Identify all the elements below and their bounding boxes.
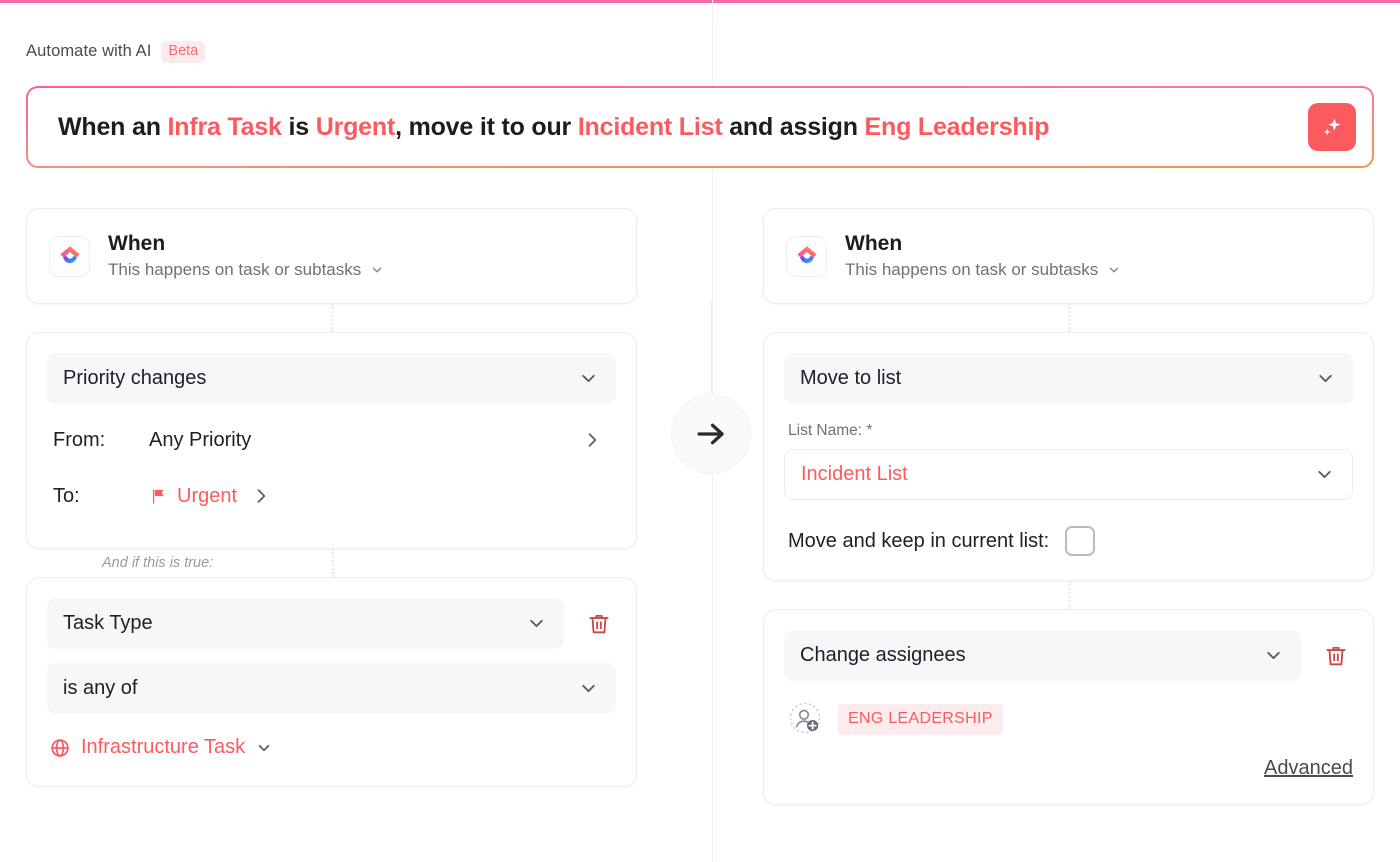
condition-card: Priority changes From: Any Priority To: [26, 332, 637, 549]
action-when-card[interactable]: When This happens on task or subtasks [763, 208, 1374, 304]
keep-in-current-list-label: Move and keep in current list: [788, 529, 1050, 552]
prompt-plain: and assign [722, 112, 865, 141]
chevron-right-icon [251, 486, 271, 506]
chevron-down-icon [578, 368, 599, 389]
action-scope-label: This happens on task or subtasks [845, 260, 1099, 280]
action-when-body: When This happens on task or subtasks [845, 232, 1121, 281]
prompt-entity: Urgent [315, 112, 396, 141]
filter-field-select[interactable]: Task Type [47, 598, 564, 649]
condition-to-row[interactable]: To: Urgent [47, 468, 616, 524]
delete-filter-button[interactable] [582, 607, 616, 641]
ai-header-label: Automate with AI [26, 42, 152, 61]
and-if-true-label: And if this is true: [26, 549, 637, 577]
condition-event-select[interactable]: Priority changes [47, 353, 616, 404]
condition-to-label: To: [53, 484, 80, 507]
filter-field-value: Task Type [63, 612, 153, 634]
ai-generate-button[interactable] [1308, 103, 1356, 151]
keep-in-current-list-checkbox[interactable] [1065, 526, 1096, 556]
ai-prompt-text[interactable]: When an Infra Task is Urgent, move it to… [58, 113, 1308, 142]
connector-when-to-move [763, 304, 1374, 332]
trigger-when-title: When [108, 231, 166, 255]
flag-icon [149, 487, 168, 506]
assignee-chip[interactable]: ENG LEADERSHIP [838, 703, 1003, 735]
chevron-down-icon [526, 613, 547, 634]
assignee-action-select[interactable]: Change assignees [784, 630, 1301, 681]
sparkle-icon [1319, 114, 1345, 140]
condition-to-value-group: Urgent [149, 485, 237, 508]
trigger-when-card[interactable]: When This happens on task or subtasks [26, 208, 637, 304]
filter-value-chip[interactable]: Infrastructure Task [47, 732, 275, 763]
condition-to-value: Urgent [177, 484, 238, 507]
move-action-select[interactable]: Move to list [784, 353, 1353, 404]
automation-builder-screen: Automate with AI Beta When an Infra Task… [0, 0, 1400, 862]
advanced-link[interactable]: Advanced [1264, 757, 1353, 780]
beta-badge: Beta [161, 41, 206, 63]
keep-in-current-list-row: Move and keep in current list: [784, 526, 1353, 556]
prompt-entity: Eng Leadership [864, 112, 1050, 141]
condition-from-row[interactable]: From: Any Priority [47, 412, 616, 468]
change-assignees-card: Change assignees ENG LEADERSHIP Advanced [763, 609, 1374, 805]
chevron-right-icon [582, 430, 602, 450]
connector-stem [711, 300, 712, 396]
clickup-logo-icon [786, 235, 827, 277]
move-to-list-card: Move to list List Name: * Incident List … [763, 332, 1374, 581]
action-when-title: When [845, 231, 903, 255]
prompt-plain: , move it to our [395, 112, 578, 141]
prompt-entity: Infra Task [167, 112, 282, 141]
globe-icon [49, 737, 71, 759]
prompt-plain: When an [58, 112, 168, 141]
chevron-down-icon [1314, 464, 1335, 485]
trigger-scope-select[interactable]: This happens on task or subtasks [108, 260, 384, 280]
trigger-column: When This happens on task or subtasks Pr… [26, 208, 637, 787]
chevron-down-icon [1263, 645, 1284, 666]
filter-field-row: Task Type [47, 598, 616, 649]
trash-icon [1323, 643, 1349, 669]
trigger-scope-label: This happens on task or subtasks [108, 260, 362, 280]
ai-prompt-bar[interactable]: When an Infra Task is Urgent, move it to… [26, 86, 1374, 168]
chevron-down-icon [578, 678, 599, 699]
connector-when-to-condition [26, 304, 637, 332]
condition-event-value: Priority changes [63, 367, 207, 389]
filter-card: Task Type is any of Infrastructure Task [26, 577, 637, 787]
condition-from-value: Any Priority [149, 428, 252, 451]
top-accent-rule [0, 0, 1400, 3]
chevron-down-icon [370, 263, 384, 277]
filter-operator-select[interactable]: is any of [47, 663, 616, 714]
assignee-action-row: Change assignees [784, 630, 1353, 681]
action-column: When This happens on task or subtasks Mo… [763, 208, 1374, 805]
trigger-when-body: When This happens on task or subtasks [108, 232, 384, 281]
trigger-to-action-arrow [671, 394, 751, 474]
chevron-down-icon [1107, 263, 1121, 277]
advanced-row: Advanced [784, 757, 1353, 780]
assignee-list-row: ENG LEADERSHIP [784, 701, 1353, 737]
chevron-down-icon [255, 739, 273, 757]
add-person-icon[interactable] [788, 701, 824, 737]
delete-assignee-action-button[interactable] [1319, 639, 1353, 673]
move-action-value: Move to list [800, 367, 902, 389]
list-name-select[interactable]: Incident List [784, 449, 1353, 500]
filter-value-label: Infrastructure Task [81, 736, 246, 758]
condition-from-label: From: [53, 428, 106, 451]
list-name-label: List Name: * [788, 422, 873, 439]
action-scope-select[interactable]: This happens on task or subtasks [845, 260, 1121, 280]
arrow-right-icon [692, 415, 730, 453]
connector-move-to-assignees [763, 581, 1374, 609]
list-name-value: Incident List [801, 463, 908, 485]
prompt-entity: Incident List [577, 112, 723, 141]
clickup-logo-icon [49, 235, 90, 277]
trash-icon [586, 611, 612, 637]
prompt-plain: is [281, 112, 316, 141]
filter-operator-value: is any of [63, 677, 138, 699]
chevron-down-icon [1315, 368, 1336, 389]
ai-header: Automate with AI Beta [26, 41, 206, 63]
assignee-action-value: Change assignees [800, 644, 966, 666]
